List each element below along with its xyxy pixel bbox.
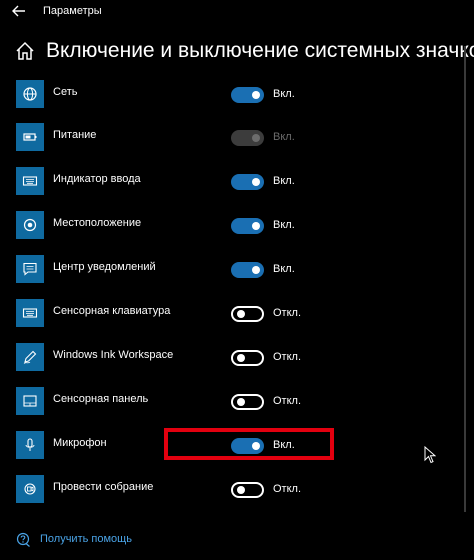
row-label: Сенсорная панель bbox=[53, 393, 149, 405]
location-toggle[interactable] bbox=[231, 218, 264, 234]
get-help-link[interactable]: Получить помощь bbox=[0, 528, 474, 552]
message-icon bbox=[16, 255, 44, 283]
action-center-toggle[interactable] bbox=[231, 262, 264, 278]
touchpad-icon bbox=[16, 387, 44, 415]
keyboard-icon bbox=[16, 299, 44, 327]
state-label: Вкл. bbox=[273, 219, 295, 231]
state-label: Откл. bbox=[273, 351, 302, 363]
row-label: Индикатор ввода bbox=[53, 173, 141, 185]
setting-row-power: Питание Вкл. bbox=[0, 123, 474, 159]
globe-icon bbox=[16, 80, 44, 108]
page-title: Включение и выключение системных значков bbox=[46, 39, 474, 62]
state-label: Вкл. bbox=[273, 175, 295, 187]
battery-icon bbox=[16, 123, 44, 151]
setting-row-input-indicator: Индикатор ввода Вкл. bbox=[0, 167, 474, 203]
row-label: Windows Ink Workspace bbox=[53, 349, 174, 361]
input-indicator-toggle[interactable] bbox=[231, 174, 264, 190]
row-label: Сеть bbox=[53, 86, 78, 98]
touchpad-toggle[interactable] bbox=[231, 394, 264, 410]
back-arrow-icon[interactable] bbox=[10, 2, 28, 20]
setting-row-action-center: Центр уведомлений Вкл. bbox=[0, 255, 474, 291]
network-toggle[interactable] bbox=[231, 87, 264, 103]
mouse-cursor-icon bbox=[424, 446, 436, 464]
row-label: Микрофон bbox=[53, 437, 107, 449]
state-label: Откл. bbox=[273, 395, 302, 407]
highlight-box bbox=[164, 428, 334, 460]
meet-now-icon bbox=[16, 475, 44, 503]
page-header: Включение и выключение системных значков bbox=[0, 38, 474, 70]
setting-row-touch-keyboard: Сенсорная клавиатура Откл. bbox=[0, 299, 474, 335]
ink-workspace-toggle[interactable] bbox=[231, 350, 264, 366]
state-label: Вкл. bbox=[273, 263, 295, 275]
row-label: Провести собрание bbox=[53, 481, 154, 493]
setting-row-meet-now: Провести собрание Откл. bbox=[0, 475, 474, 511]
setting-row-ink-workspace: Windows Ink Workspace Откл. bbox=[0, 343, 474, 379]
setting-row-touchpad: Сенсорная панель Откл. bbox=[0, 387, 474, 423]
location-icon bbox=[16, 211, 44, 239]
keyboard-icon bbox=[16, 167, 44, 195]
row-label: Сенсорная клавиатура bbox=[53, 305, 171, 317]
title-bar: Параметры bbox=[0, 0, 474, 24]
setting-row-location: Местоположение Вкл. bbox=[0, 211, 474, 247]
microphone-icon bbox=[16, 431, 44, 459]
touch-keyboard-toggle[interactable] bbox=[231, 306, 264, 322]
state-label: Вкл. bbox=[273, 88, 295, 100]
pen-icon bbox=[16, 343, 44, 371]
window-title: Параметры bbox=[43, 5, 102, 17]
state-label: Откл. bbox=[273, 483, 302, 495]
row-label: Центр уведомлений bbox=[53, 261, 156, 273]
get-help-label[interactable]: Получить помощь bbox=[40, 533, 132, 545]
row-label: Питание bbox=[53, 129, 97, 141]
state-label: Вкл. bbox=[273, 131, 295, 143]
meet-now-toggle[interactable] bbox=[231, 482, 264, 498]
row-label: Местоположение bbox=[53, 217, 142, 229]
state-label: Откл. bbox=[273, 307, 302, 319]
power-toggle bbox=[231, 130, 264, 146]
help-chat-icon bbox=[16, 532, 30, 547]
setting-row-network: Сеть Вкл. bbox=[0, 80, 474, 116]
home-icon[interactable] bbox=[15, 41, 35, 61]
